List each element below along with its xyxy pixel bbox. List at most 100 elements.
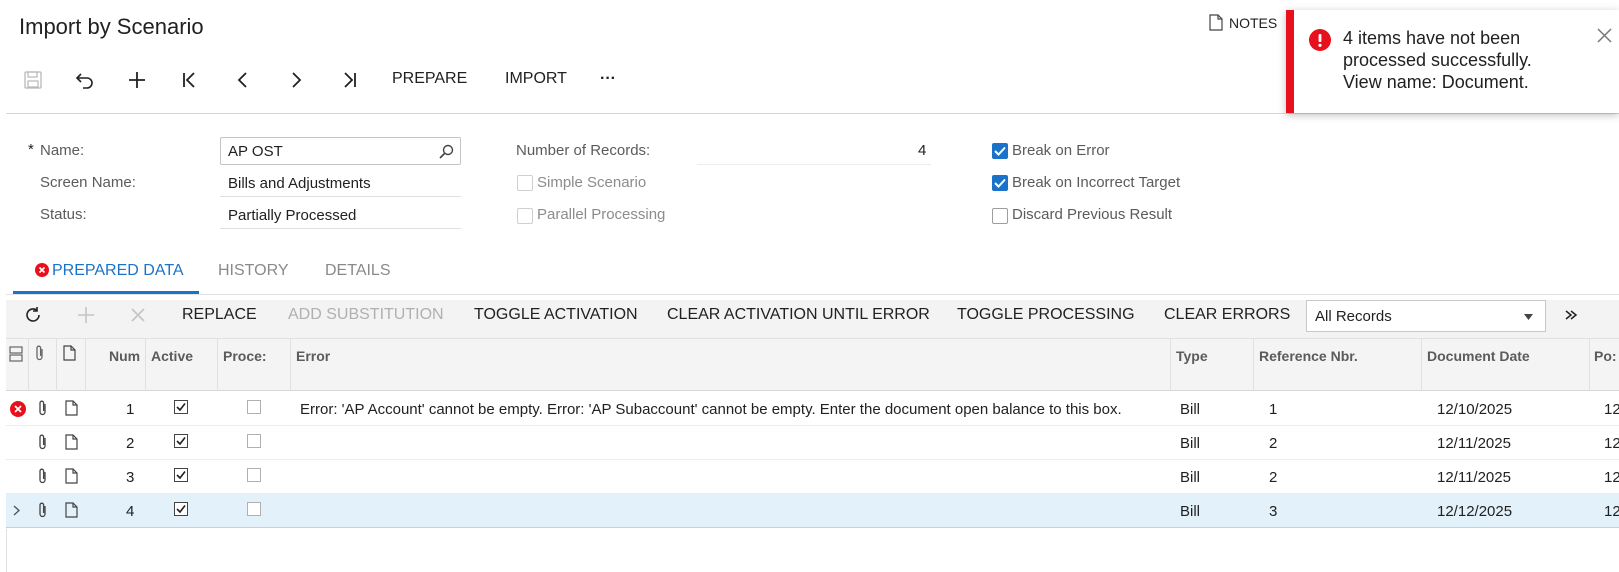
close-icon	[131, 308, 145, 322]
undo-button[interactable]	[72, 64, 98, 96]
row-document-date: 12/12/2025	[1437, 503, 1513, 520]
grid-delete-button[interactable]	[130, 307, 146, 328]
grid-add-button[interactable]	[77, 306, 95, 329]
attachment-header-icon	[34, 345, 46, 367]
tab-history[interactable]: HISTORY	[218, 262, 289, 280]
row-document-date: 12/11/2025	[1437, 435, 1511, 452]
toast-line: processed successfully.	[1343, 50, 1532, 70]
prepare-button[interactable]: PREPARE	[392, 70, 467, 88]
refresh-button[interactable]	[24, 306, 42, 329]
records-filter-value: All Records	[1315, 307, 1392, 325]
row-document-date: 12/10/2025	[1437, 401, 1513, 418]
notes-button[interactable]: NOTES	[1209, 14, 1277, 31]
add-substitution-button[interactable]: ADD SUBSTITUTION	[288, 306, 444, 324]
parallel-processing-checkbox[interactable]	[517, 208, 533, 224]
next-record-button[interactable]	[283, 64, 309, 96]
document-icon	[1209, 14, 1223, 31]
attachment-icon[interactable]	[37, 434, 49, 451]
table-row[interactable]: 2 Bill 2 12/11/2025 12	[6, 426, 1619, 460]
break-on-target-checkbox[interactable]	[992, 175, 1008, 191]
attachment-icon[interactable]	[37, 468, 49, 485]
col-header-num[interactable]: Num	[109, 348, 140, 364]
col-header-type[interactable]: Type	[1176, 348, 1208, 364]
save-button[interactable]	[20, 64, 46, 96]
active-checkbox[interactable]	[174, 468, 188, 487]
checkmark-icon	[994, 146, 1006, 156]
grid-left-border	[6, 529, 7, 572]
col-header-processing[interactable]: Proce:	[223, 348, 267, 364]
add-button[interactable]	[124, 64, 150, 96]
col-header-active[interactable]: Active	[151, 348, 193, 364]
search-icon[interactable]	[439, 144, 454, 159]
attachment-icon[interactable]	[37, 502, 49, 519]
simple-scenario-checkbox[interactable]	[517, 175, 533, 191]
toggle-processing-button[interactable]: TOGGLE PROCESSING	[957, 306, 1135, 324]
row-post-period: 12	[1604, 469, 1619, 486]
row-reference[interactable]: 3	[1269, 503, 1277, 520]
close-icon[interactable]	[1597, 28, 1612, 43]
col-divider	[145, 338, 146, 391]
last-icon	[344, 72, 356, 88]
row-num: 4	[126, 503, 135, 520]
document-icon[interactable]	[65, 434, 78, 450]
error-icon	[1309, 29, 1331, 51]
row-reference[interactable]: 2	[1269, 469, 1277, 486]
tab-prepared-data[interactable]: PREPARED DATA	[52, 262, 184, 280]
name-value: AP OST	[228, 142, 283, 160]
toggle-activation-button[interactable]: TOGGLE ACTIVATION	[474, 306, 638, 324]
table-row-selected[interactable]: 4 Bill 3 12/12/2025 12	[6, 494, 1619, 528]
row-reference[interactable]: 2	[1269, 435, 1277, 452]
chevron-right-icon	[292, 72, 302, 88]
parallel-processing-label: Parallel Processing	[537, 206, 666, 223]
replace-button[interactable]: REPLACE	[182, 306, 257, 324]
name-input[interactable]: AP OST	[220, 137, 461, 165]
col-header-reference[interactable]: Reference Nbr.	[1259, 348, 1358, 364]
clear-errors-button[interactable]: CLEAR ERRORS	[1164, 306, 1290, 324]
col-header-post-period[interactable]: Po:	[1594, 348, 1617, 364]
status-label: Status:	[40, 206, 87, 223]
row-num: 2	[126, 435, 135, 452]
processing-checkbox[interactable]	[247, 502, 261, 521]
row-type: Bill	[1180, 469, 1201, 486]
row-document-date: 12/11/2025	[1437, 469, 1511, 486]
col-divider	[217, 338, 218, 391]
processing-checkbox[interactable]	[247, 468, 261, 487]
active-checkbox[interactable]	[174, 502, 188, 521]
clear-activation-button[interactable]: CLEAR ACTIVATION UNTIL ERROR	[667, 306, 930, 324]
col-header-error[interactable]: Error	[296, 348, 330, 364]
active-checkbox[interactable]	[174, 400, 188, 419]
more-button[interactable]: ···	[600, 70, 616, 88]
document-icon[interactable]	[65, 502, 78, 518]
row-post-period: 12	[1604, 503, 1619, 520]
col-divider	[1589, 338, 1590, 391]
active-checkbox[interactable]	[174, 434, 188, 453]
processing-checkbox[interactable]	[247, 400, 261, 419]
col-header-document-date[interactable]: Document Date	[1427, 348, 1530, 364]
table-row[interactable]: 3 Bill 2 12/11/2025 12	[6, 460, 1619, 494]
status-underline	[220, 228, 461, 229]
tab-details[interactable]: DETAILS	[325, 262, 391, 280]
dropdown-arrow-icon	[1524, 314, 1533, 320]
document-icon[interactable]	[65, 400, 78, 416]
document-icon[interactable]	[65, 468, 78, 484]
break-on-error-checkbox[interactable]	[992, 143, 1008, 159]
previous-record-button[interactable]	[230, 64, 256, 96]
discard-result-checkbox[interactable]	[992, 208, 1008, 224]
required-marker: *	[28, 141, 34, 158]
last-record-button[interactable]	[336, 64, 362, 96]
attachment-icon[interactable]	[37, 400, 49, 417]
error-icon	[35, 263, 49, 282]
import-button[interactable]: IMPORT	[505, 70, 567, 88]
expand-toolbar-button[interactable]	[1563, 307, 1579, 328]
records-value: 4	[918, 142, 927, 159]
row-post-period: 12	[1604, 401, 1619, 418]
processing-checkbox[interactable]	[247, 434, 261, 453]
row-selector-header-icon[interactable]	[9, 346, 23, 367]
screen-name-label: Screen Name:	[40, 174, 136, 191]
first-record-button[interactable]	[177, 64, 203, 96]
table-row[interactable]: 1 Error: 'AP Account' cannot be empty. E…	[6, 392, 1619, 426]
row-num: 3	[126, 469, 135, 486]
records-filter-select[interactable]: All Records	[1306, 300, 1546, 332]
row-pointer-icon	[13, 505, 20, 516]
row-reference[interactable]: 1	[1269, 401, 1277, 418]
